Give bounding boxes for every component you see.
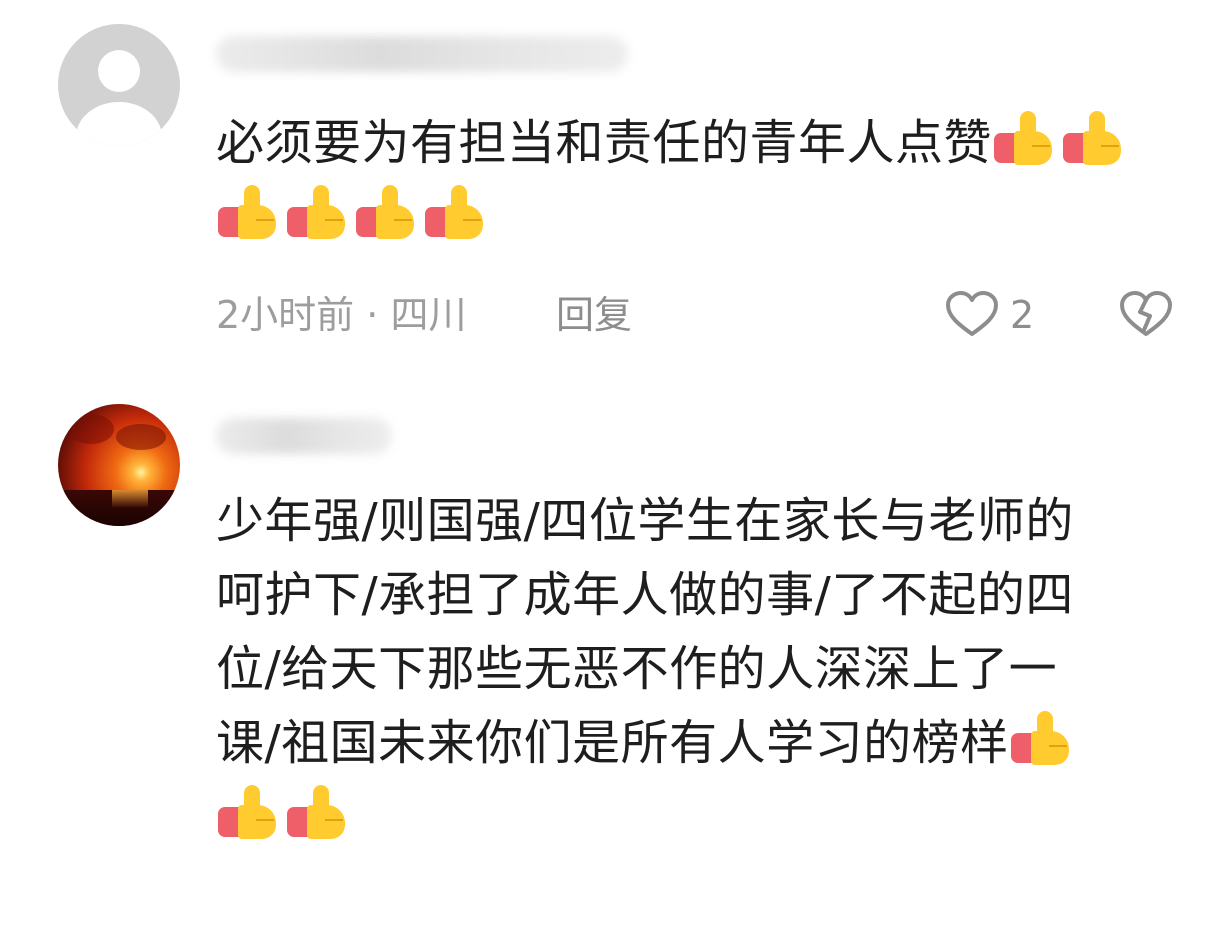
comment-meta: 2小时前 · 四川: [216, 290, 466, 340]
thumbs-up-emoji: [285, 785, 349, 839]
username-blurred[interactable]: [216, 418, 392, 454]
dislike-button[interactable]: [1118, 290, 1174, 340]
avatar-body-shape: [76, 102, 162, 146]
thumbs-up-emoji-part: [1089, 111, 1106, 139]
comment-item: 少年强/则国强/四位学生在家长与老师的 呵护下/承担了成年人做的事/了不起的四 …: [0, 380, 1226, 925]
username-blurred[interactable]: [216, 36, 628, 72]
thumbs-up-emoji: [216, 785, 280, 839]
avatar[interactable]: [58, 24, 180, 146]
thumbs-up-emoji-part: [313, 185, 329, 213]
comment-line: 必须要为有担当和责任的青年人点赞: [216, 106, 1156, 180]
like-count: 2: [1010, 293, 1035, 337]
thumbs-up-emoji-part: [1036, 711, 1053, 739]
comment-line-text: 少年强/则国强/四位学生在家长与老师的: [216, 493, 1074, 549]
thumbs-up-emoji-part: [256, 219, 274, 221]
avatar[interactable]: [58, 404, 180, 526]
thumbs-up-emoji: [216, 185, 280, 239]
thumbs-up-emoji-part: [244, 785, 260, 813]
thumbs-up-emoji: [285, 185, 349, 239]
heart-outline-icon: [946, 291, 998, 336]
comment-text: 必须要为有担当和责任的青年人点赞: [216, 106, 1156, 254]
thumbs-up-emoji-part: [1048, 745, 1067, 747]
comment-text: 少年强/则国强/四位学生在家长与老师的 呵护下/承担了成年人做的事/了不起的四 …: [216, 484, 1156, 854]
thumbs-group: [992, 111, 1130, 171]
comment-item: 必须要为有担当和责任的青年人点赞 2小时前 · 四川 回复 2: [0, 0, 1226, 380]
thumbs-up-emoji-part: [382, 185, 398, 213]
comment-line: 课/祖国未来你们是所有人学习的榜样: [216, 706, 1156, 780]
comment-line-text: 必须要为有担当和责任的青年人点赞: [216, 115, 993, 171]
like-button[interactable]: [944, 290, 1000, 340]
avatar-glint-shape: [112, 490, 148, 508]
thumbs-up-emoji: [1061, 111, 1125, 165]
reply-button[interactable]: 回复: [556, 290, 632, 340]
meta-separator: ·: [354, 293, 391, 337]
comment-line: [216, 180, 1156, 254]
thumbs-up-emoji: [423, 185, 487, 239]
thumbs-group: [216, 185, 492, 245]
avatar-head-shape: [98, 50, 140, 92]
thumbs-up-emoji-part: [1101, 145, 1120, 147]
thumbs-up-emoji-part: [313, 785, 329, 813]
thumbs-up-emoji-part: [325, 219, 343, 221]
comment-line: [216, 780, 1156, 854]
thumbs-up-emoji: [1009, 711, 1073, 765]
comment-line-text: 课/祖国未来你们是所有人学习的榜样: [216, 715, 1009, 771]
comment-line: 呵护下/承担了成年人做的事/了不起的四: [216, 558, 1156, 632]
thumbs-up-emoji-part: [1032, 145, 1051, 147]
broken-heart-icon: [1120, 291, 1172, 336]
comment-location: 四川: [390, 293, 467, 337]
thumbs-up-emoji-part: [244, 185, 260, 213]
comment-line: 少年强/则国强/四位学生在家长与老师的: [216, 484, 1156, 558]
comment-line: 位/给天下那些无恶不作的人深深上了一: [216, 632, 1156, 706]
thumbs-up-emoji: [354, 185, 418, 239]
thumbs-up-emoji-part: [325, 819, 343, 821]
avatar-cloud-shape: [68, 414, 114, 444]
thumbs-up-emoji-part: [451, 185, 467, 213]
comment-line-text: 位/给天下那些无恶不作的人深深上了一: [216, 641, 1058, 697]
thumbs-up-emoji-part: [394, 219, 412, 221]
avatar-cloud-shape: [116, 424, 166, 450]
comment-line-text: 呵护下/承担了成年人做的事/了不起的四: [216, 567, 1074, 623]
thumbs-up-emoji-part: [256, 819, 274, 821]
thumbs-up-emoji-part: [1020, 111, 1037, 139]
thumbs-up-emoji-part: [463, 219, 481, 221]
thumbs-group: [1009, 711, 1078, 771]
thumbs-up-emoji: [992, 111, 1056, 165]
thumbs-group: [216, 785, 354, 845]
comment-time: 2小时前: [216, 293, 355, 337]
